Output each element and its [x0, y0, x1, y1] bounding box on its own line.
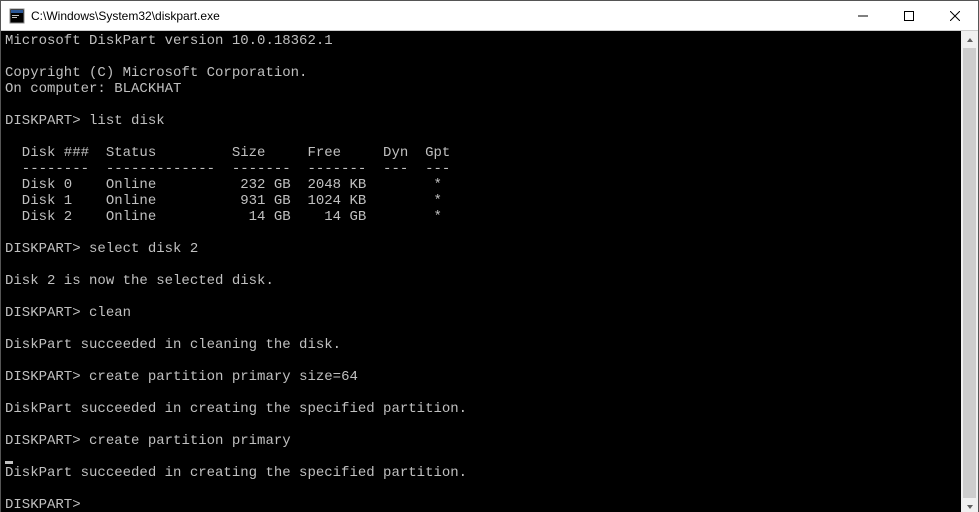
console-output[interactable]: Microsoft DiskPart version 10.0.18362.1 …: [1, 31, 961, 512]
app-icon: [9, 8, 25, 24]
scroll-track[interactable]: [961, 48, 978, 498]
table-row: Disk 0 Online 232 GB 2048 KB *: [5, 177, 442, 193]
vertical-scrollbar[interactable]: [961, 31, 978, 512]
cmd-create-partition-1: create partition primary size=64: [89, 369, 358, 385]
scroll-down-button[interactable]: [961, 498, 978, 512]
msg-create-2: DiskPart succeeded in creating the speci…: [5, 465, 467, 481]
maximize-button[interactable]: [886, 1, 932, 31]
prompt: DISKPART>: [5, 113, 81, 129]
msg-clean: DiskPart succeeded in cleaning the disk.: [5, 337, 341, 353]
prompt: DISKPART>: [5, 305, 81, 321]
window: C:\Windows\System32\diskpart.exe Microso…: [0, 0, 979, 512]
scroll-thumb[interactable]: [963, 48, 976, 498]
minimize-button[interactable]: [840, 1, 886, 31]
prompt: DISKPART>: [5, 241, 81, 257]
cmd-list-disk: list disk: [89, 113, 165, 129]
window-title: C:\Windows\System32\diskpart.exe: [31, 9, 220, 23]
copyright-line: Copyright (C) Microsoft Corporation.: [5, 65, 307, 81]
cmd-clean: clean: [89, 305, 131, 321]
cmd-select-disk: select disk 2: [89, 241, 198, 257]
close-button[interactable]: [932, 1, 978, 31]
table-header: Disk ### Status Size Free Dyn Gpt: [5, 145, 450, 161]
msg-create-1: DiskPart succeeded in creating the speci…: [5, 401, 467, 417]
cmd-create-partition-2: create partition primary: [89, 433, 291, 449]
version-line: Microsoft DiskPart version 10.0.18362.1: [5, 33, 333, 49]
prompt: DISKPART>: [5, 433, 81, 449]
table-divider: -------- ------------- ------- ------- -…: [5, 161, 450, 177]
scroll-up-button[interactable]: [961, 31, 978, 48]
client-area: Microsoft DiskPart version 10.0.18362.1 …: [1, 31, 978, 512]
text-cursor: [5, 461, 13, 464]
titlebar[interactable]: C:\Windows\System32\diskpart.exe: [1, 1, 978, 31]
table-row: Disk 1 Online 931 GB 1024 KB *: [5, 193, 442, 209]
msg-selected: Disk 2 is now the selected disk.: [5, 273, 274, 289]
prompt: DISKPART>: [5, 497, 81, 512]
computer-line: On computer: BLACKHAT: [5, 81, 181, 97]
prompt: DISKPART>: [5, 369, 81, 385]
table-row: Disk 2 Online 14 GB 14 GB *: [5, 209, 442, 225]
